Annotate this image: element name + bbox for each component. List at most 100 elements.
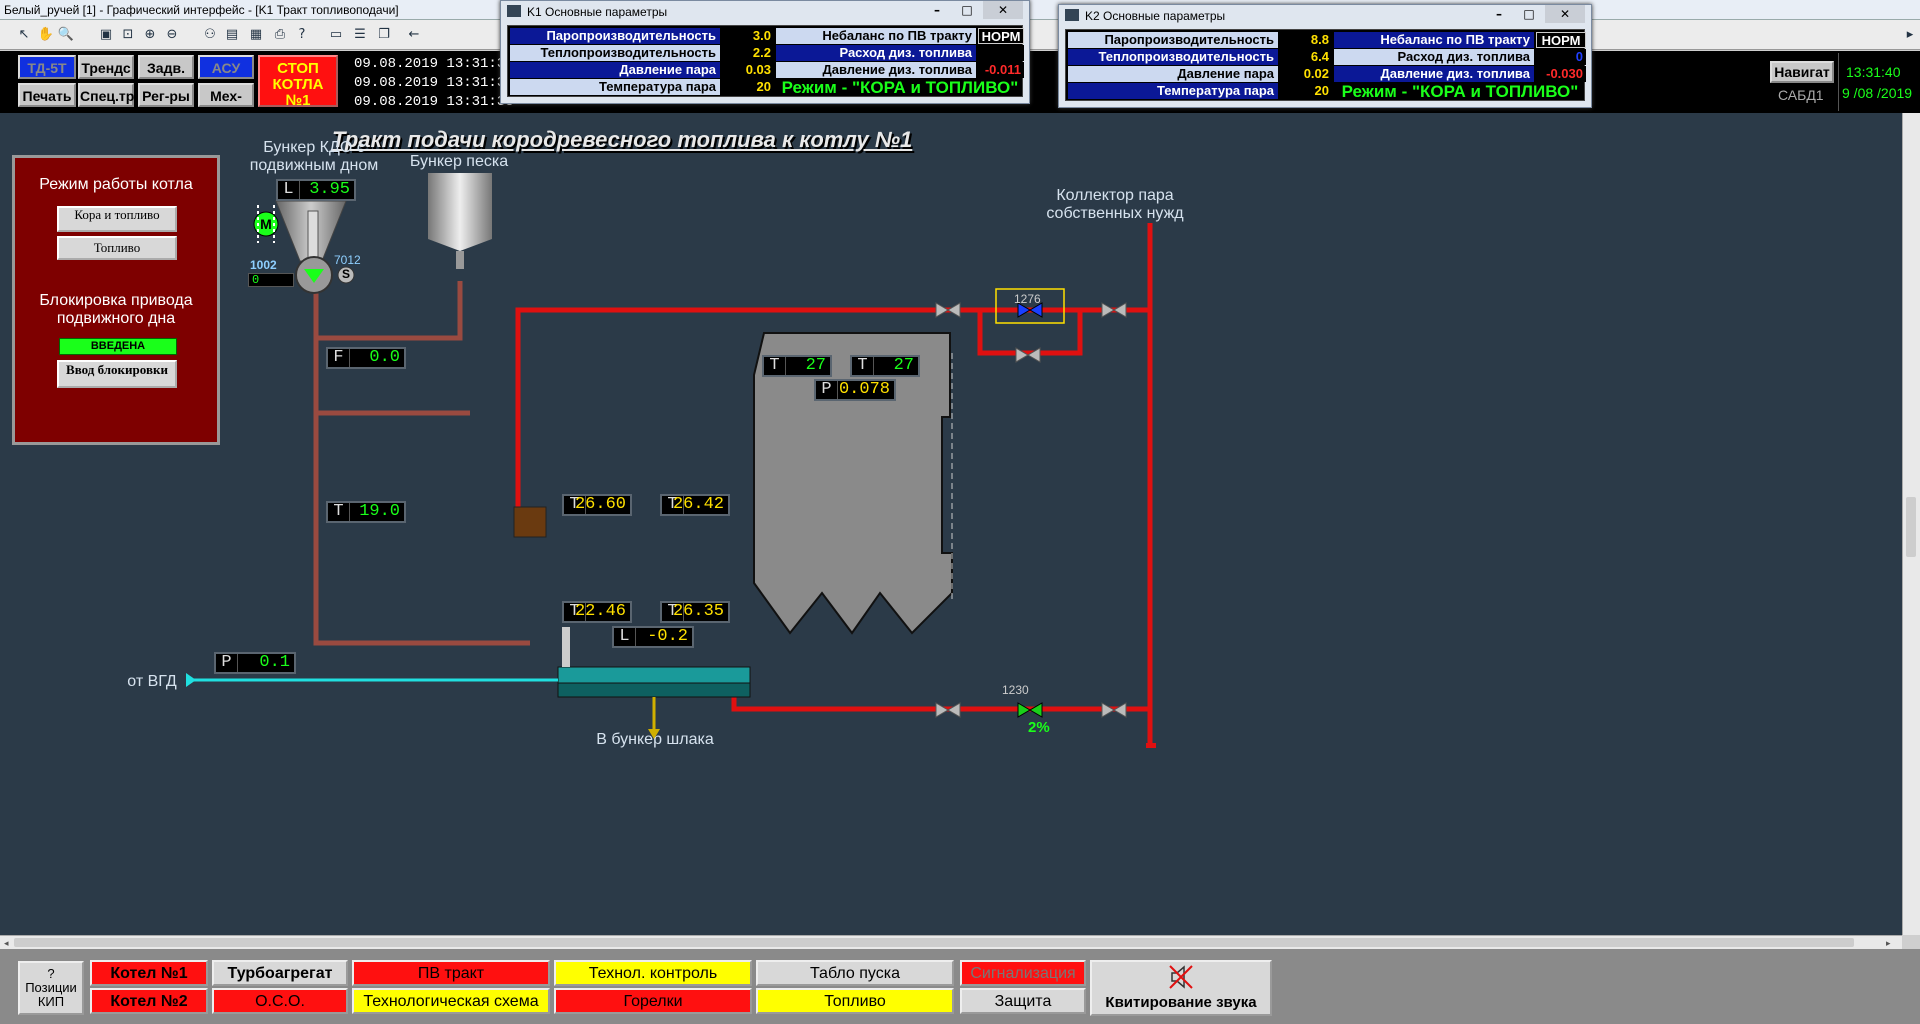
k1-mode-text: Режим - "КОРА и ТОПЛИВО": [781, 78, 1019, 97]
pointer-icon[interactable]: ↖: [14, 25, 34, 45]
k2-params-table: Паропроизводительность 8.8 Теплопроизвод…: [1065, 29, 1586, 101]
k2-heat-output-label: Теплопроизводительность: [1068, 49, 1278, 65]
vertical-scrollbar[interactable]: [1902, 113, 1920, 935]
toolbar-overflow-icon[interactable]: ▸: [1900, 25, 1920, 45]
k2-steam-temp-value: 20: [1280, 83, 1332, 99]
minimize-icon[interactable]: –: [1485, 5, 1513, 23]
users-icon[interactable]: ⚇: [200, 25, 220, 45]
fuel-flow-meter[interactable]: F 0.0: [326, 347, 406, 369]
event-time-3: 09.08.2019 13:31:38: [354, 94, 514, 110]
k2-steam-output-value: 8.8: [1280, 32, 1332, 48]
k2-window-titlebar[interactable]: K2 Основные параметры – □ ✕: [1059, 5, 1591, 27]
k2-mode-text: Режим - "КОРА и ТОПЛИВО": [1341, 82, 1579, 101]
help-icon[interactable]: ?: [292, 25, 312, 45]
k1-diesel-flow-label: Расход диз. топлива: [776, 45, 976, 61]
trend-icon[interactable]: ▤: [222, 25, 242, 45]
back-arrow-icon[interactable]: ←: [404, 25, 424, 45]
fuel-button[interactable]: Топливо: [756, 988, 954, 1014]
inlet-temp-2-meter[interactable]: T 26.42: [660, 494, 730, 516]
zoom-out-icon[interactable]: ⊖: [162, 25, 182, 45]
close-icon[interactable]: ✕: [1545, 5, 1585, 23]
sand-bunker-shape: [428, 173, 492, 269]
nav-asu-button[interactable]: АСУ: [198, 55, 254, 79]
air-pressure-meter[interactable]: P 0.1: [214, 652, 296, 674]
k1-diesel-pressure-label: Давление диз. топлива: [776, 62, 976, 78]
grate-temp-1-meter[interactable]: T 22.46: [562, 601, 632, 623]
alarms-button[interactable]: Сигнализация: [960, 960, 1086, 986]
k2-steam-temp-label: Температура пара: [1068, 83, 1278, 99]
grate-temp-2-meter[interactable]: T 26.35: [660, 601, 730, 623]
nav-td5t-button[interactable]: ТД-5Т: [18, 55, 76, 79]
k2-params-window[interactable]: K2 Основные параметры – □ ✕ Паропроизвод…: [1058, 4, 1592, 108]
k2-heat-output-value: 6.4: [1280, 49, 1332, 65]
valve-1230-label: 1230: [1002, 683, 1029, 697]
k1-diesel-pressure-value: -0.011: [978, 62, 1024, 78]
scroll-right-icon[interactable]: ▸: [1886, 938, 1896, 948]
k1-norm-indicator: НОРМ: [978, 28, 1024, 44]
start-board-button[interactable]: Табло пуска: [756, 960, 954, 986]
close-icon[interactable]: ✕: [983, 1, 1023, 19]
k1-heat-output-label: Теплопроизводительность: [510, 45, 720, 61]
minimize-icon[interactable]: –: [923, 1, 951, 19]
hand-icon[interactable]: ✋: [36, 25, 56, 45]
protection-button[interactable]: Защита: [960, 988, 1086, 1014]
layout-icon[interactable]: ▭: [326, 25, 346, 45]
k2-window-title: K2 Основные параметры: [1085, 9, 1226, 23]
boiler2-button[interactable]: Котел №2: [90, 988, 208, 1014]
kip-positions-button[interactable]: ? Позиции КИП: [18, 961, 84, 1015]
horizontal-scroll-thumb[interactable]: [14, 938, 1854, 947]
k2-diesel-pressure-label: Давление диз. топлива: [1334, 66, 1534, 82]
nav-mechanisms-button[interactable]: Мех-мы: [198, 83, 254, 126]
k2-steam-pressure-label: Давление пара: [1068, 66, 1278, 82]
inlet-temp-1-meter[interactable]: T 26.60: [562, 494, 632, 516]
clock-time: 13:31:40: [1846, 64, 1901, 80]
horizontal-scrollbar[interactable]: ◂ ▸: [0, 935, 1902, 949]
feedwater-button[interactable]: ПВ тракт: [352, 960, 550, 986]
k1-window-titlebar[interactable]: K1 Основные параметры – □ ✕: [501, 1, 1029, 23]
magnifier-icon[interactable]: 🔍: [56, 25, 76, 45]
turbine-button[interactable]: Турбоагрегат: [212, 960, 348, 986]
sensor-s-label: S: [341, 267, 350, 281]
scroll-left-icon[interactable]: ◂: [4, 938, 14, 948]
maximize-icon[interactable]: □: [1515, 5, 1543, 23]
acknowledge-sound-button[interactable]: Квитирование звука: [1090, 960, 1272, 1016]
tech-scheme-button[interactable]: Технологическая схема: [352, 988, 550, 1014]
fuel-temp-meter[interactable]: T 19.0: [326, 501, 406, 523]
table-icon[interactable]: ▦: [246, 25, 266, 45]
k2-steam-output-label: Паропроизводительность: [1068, 32, 1278, 48]
nav-print-button[interactable]: Печать: [18, 83, 76, 107]
k2-diesel-flow-label: Расход диз. топлива: [1334, 49, 1534, 65]
furnace-temp-1-meter[interactable]: T 27: [762, 355, 832, 377]
windows-icon[interactable]: ❐: [374, 25, 394, 45]
oso-button[interactable]: О.С.О.: [212, 988, 348, 1014]
furnace-temp-2-meter[interactable]: T 27: [850, 355, 920, 377]
pump-speed-readout: 0: [248, 273, 294, 287]
bunker-level-meter[interactable]: L 3.95: [276, 179, 356, 201]
maximize-icon[interactable]: □: [953, 1, 981, 19]
nav-spec-button[interactable]: Спец.тр: [78, 83, 134, 107]
k1-steam-output-value: 3.0: [722, 28, 774, 44]
tech-control-button[interactable]: Технол. контроль: [554, 960, 752, 986]
k1-window-title: K1 Основные параметры: [527, 5, 668, 19]
k1-heat-output-value: 2.2: [722, 45, 774, 61]
burners-button[interactable]: Горелки: [554, 988, 752, 1014]
grate-level-meter[interactable]: L -0.2: [612, 626, 694, 648]
vertical-scroll-thumb[interactable]: [1906, 497, 1916, 557]
bottom-nav: ? Позиции КИП Котел №1 Котел №2 Турбоагр…: [0, 949, 1920, 1024]
kdo-bunker-shape: [275, 200, 347, 262]
app-title: Белый_ручей [1] - Графический интерфейс …: [4, 3, 399, 17]
stop-boiler-button[interactable]: СТОП КОТЛА №1: [258, 55, 338, 109]
nav-regulators-button[interactable]: Рег-ры: [138, 83, 194, 107]
list-icon[interactable]: ☰: [350, 25, 370, 45]
zoom-fit-icon[interactable]: ⊡: [118, 25, 138, 45]
nav-valves-button[interactable]: Задв.: [138, 55, 194, 79]
zoom-in-icon[interactable]: ⊕: [140, 25, 160, 45]
nav-trends-button[interactable]: Трендс: [78, 55, 134, 79]
zoom-1to1-icon[interactable]: ▣: [96, 25, 116, 45]
navigator-button[interactable]: Навигат: [1770, 61, 1834, 83]
furnace-pressure-meter[interactable]: P 0.078: [814, 379, 896, 401]
boiler1-button[interactable]: Котел №1: [90, 960, 208, 986]
print-icon[interactable]: ⎙: [270, 25, 290, 45]
k1-params-window[interactable]: K1 Основные параметры – □ ✕ Паропроизвод…: [500, 0, 1030, 104]
motor-label: M: [260, 216, 272, 232]
